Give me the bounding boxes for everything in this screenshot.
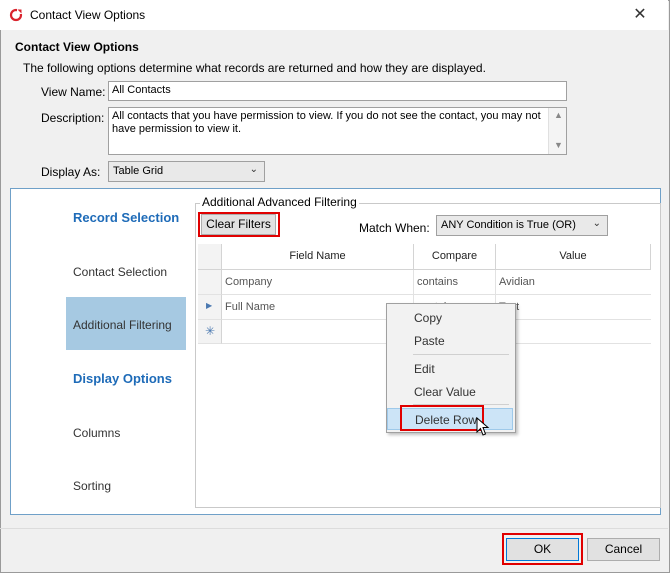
column-header-field-name[interactable]: Field Name: [222, 244, 414, 270]
display-as-value: Table Grid: [113, 165, 164, 177]
row-selector[interactable]: ▶: [198, 295, 222, 320]
dialog-heading: Contact View Options: [15, 40, 139, 54]
nav-item-sorting[interactable]: Sorting: [73, 479, 111, 493]
menu-item-label: Clear Value: [414, 385, 476, 399]
description-text: All contacts that you have permission to…: [112, 110, 541, 135]
column-header-compare[interactable]: Compare: [414, 244, 496, 270]
new-row-asterisk-icon: ✳: [205, 324, 216, 338]
window-title: Contact View Options: [30, 8, 146, 22]
match-when-select[interactable]: ANY Condition is True (OR) ⌄: [436, 215, 608, 236]
table-cell-field[interactable]: Company: [222, 270, 414, 295]
clear-filters-highlight: [198, 212, 280, 237]
app-logo-icon: [9, 8, 23, 22]
nav-item-contact-selection[interactable]: Contact Selection: [73, 265, 167, 279]
nav-item-columns[interactable]: Columns: [73, 426, 120, 440]
display-as-select[interactable]: Table Grid ⌄: [108, 161, 265, 182]
footer-divider: [0, 528, 668, 529]
description-scrollbar[interactable]: ▲ ▼: [548, 108, 566, 154]
row-selector[interactable]: [198, 270, 222, 295]
scroll-down-icon[interactable]: ▼: [554, 140, 563, 150]
menu-item-edit[interactable]: Edit: [387, 358, 513, 380]
delete-row-highlight: [400, 405, 484, 431]
menu-item-label: Copy: [414, 311, 443, 325]
menu-item-label: Edit: [414, 362, 435, 376]
grid-corner: [198, 244, 222, 270]
display-as-label: Display As:: [41, 165, 101, 179]
row-selector[interactable]: ✳: [198, 320, 222, 344]
nav-heading-display-options: Display Options: [73, 371, 172, 386]
nav-item-additional-filtering[interactable]: Additional Filtering: [66, 297, 186, 350]
advanced-filtering-title: Additional Advanced Filtering: [200, 195, 359, 209]
menu-item-label: Paste: [414, 334, 445, 348]
description-textarea[interactable]: All contacts that you have permission to…: [108, 107, 567, 155]
table-cell-value[interactable]: Test: [496, 295, 651, 320]
chevron-down-icon: ⌄: [592, 218, 601, 229]
menu-separator: [413, 354, 509, 355]
nav-heading-record-selection: Record Selection: [73, 210, 180, 225]
ok-button-highlight: [502, 533, 583, 565]
nav-item-label: Additional Filtering: [73, 318, 172, 332]
view-name-input[interactable]: All Contacts: [108, 81, 567, 101]
current-row-arrow-icon: ▶: [206, 301, 213, 310]
chevron-down-icon: ⌄: [249, 164, 258, 175]
match-when-value: ANY Condition is True (OR): [441, 219, 576, 231]
dialog-description: The following options determine what rec…: [23, 61, 486, 75]
scroll-up-icon[interactable]: ▲: [554, 110, 563, 120]
menu-item-copy[interactable]: Copy: [387, 307, 513, 329]
table-cell-value[interactable]: Avidian: [496, 270, 651, 295]
view-name-label: View Name:: [41, 85, 106, 99]
menu-item-clear-value[interactable]: Clear Value: [387, 381, 513, 403]
menu-item-paste[interactable]: Paste: [387, 330, 513, 352]
column-header-value[interactable]: Value: [496, 244, 651, 270]
cancel-button[interactable]: Cancel: [587, 538, 660, 561]
close-icon[interactable]: ✕: [626, 3, 654, 27]
table-cell-compare[interactable]: contains: [414, 270, 496, 295]
mouse-pointer-icon: [476, 417, 490, 436]
match-when-label: Match When:: [359, 221, 430, 235]
description-label: Description:: [41, 111, 105, 125]
